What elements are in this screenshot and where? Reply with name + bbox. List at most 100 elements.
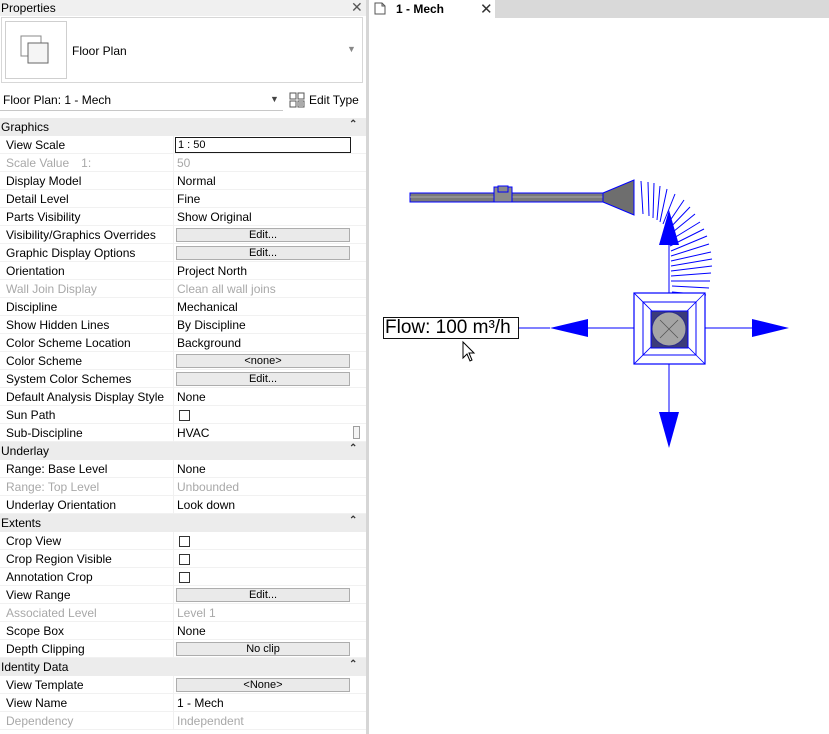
browse-button[interactable] (353, 426, 360, 439)
color-scheme-button[interactable]: <none> (176, 354, 350, 368)
air-terminal-diffuser[interactable] (633, 292, 706, 365)
collapse-icon[interactable]: ⌃ (349, 443, 357, 454)
column-divider (173, 262, 174, 280)
view-scale-input[interactable]: 1 : 50 (175, 137, 351, 153)
close-properties-icon[interactable]: ✕ (351, 0, 363, 16)
property-value[interactable]: Fine (177, 192, 200, 206)
depth-clipping-button[interactable]: No clip (176, 642, 350, 656)
view-instance-selector[interactable]: Floor Plan: 1 - Mech ▼ (0, 89, 283, 111)
duct-transition[interactable] (602, 179, 635, 216)
tab-label: 1 - Mech (396, 2, 445, 16)
property-name: Color Scheme Location (6, 336, 131, 350)
drag-arrow-right[interactable] (705, 319, 789, 337)
property-value[interactable]: Mechanical (177, 300, 238, 314)
flow-tag-label[interactable]: Flow: 100 m³/h (383, 317, 519, 339)
property-name: Associated Level (6, 606, 97, 620)
column-divider (173, 190, 174, 208)
column-divider (173, 478, 174, 496)
property-row-default-analysis[interactable]: Default Analysis Display Style None (0, 388, 366, 406)
property-row-underlay-orientation[interactable]: Underlay Orientation Look down (0, 496, 366, 514)
collapse-icon[interactable]: ⌃ (349, 659, 357, 670)
property-row-orientation[interactable]: Orientation Project North (0, 262, 366, 280)
property-value[interactable]: Background (177, 336, 241, 350)
drawing-canvas[interactable]: Flow: 100 m³/h (369, 18, 829, 734)
property-value: Independent (177, 714, 244, 728)
property-value[interactable]: Look down (177, 498, 235, 512)
property-row-parts-visibility[interactable]: Parts Visibility Show Original (0, 208, 366, 226)
column-divider (173, 550, 174, 568)
column-divider (173, 586, 174, 604)
group-identity-data[interactable]: Identity Data ⌃ (0, 658, 366, 676)
property-row-scope-box[interactable]: Scope Box None (0, 622, 366, 640)
type-selector-name: Floor Plan (72, 44, 127, 58)
property-value[interactable]: Normal (177, 174, 216, 188)
properties-panel: Properties ✕ Floor Plan ▼ Floor Plan: 1 … (0, 0, 366, 734)
type-selector[interactable]: Floor Plan ▼ (1, 17, 363, 83)
property-row-view-name[interactable]: View Name 1 - Mech (0, 694, 366, 712)
collapse-icon[interactable]: ⌃ (349, 119, 357, 130)
property-row-crop-region-visible: Crop Region Visible (0, 550, 366, 568)
property-name: Parts Visibility (6, 210, 81, 224)
graphic-display-edit-button[interactable]: Edit... (176, 246, 350, 260)
property-value[interactable]: 1 - Mech (177, 696, 224, 710)
view-range-edit-button[interactable]: Edit... (176, 588, 350, 602)
annotation-crop-checkbox[interactable] (179, 572, 190, 583)
property-value[interactable]: None (177, 462, 206, 476)
system-color-schemes-edit-button[interactable]: Edit... (176, 372, 350, 386)
property-value[interactable]: None (177, 390, 206, 404)
sun-path-checkbox[interactable] (179, 410, 190, 421)
property-row-hidden-lines[interactable]: Show Hidden Lines By Discipline (0, 316, 366, 334)
property-value[interactable]: Project North (177, 264, 247, 278)
vg-overrides-edit-button[interactable]: Edit... (176, 228, 350, 242)
property-name: Wall Join Display (6, 282, 97, 296)
group-graphics[interactable]: Graphics ⌃ (0, 118, 366, 136)
view-template-button[interactable]: <None> (176, 678, 350, 692)
crop-view-checkbox[interactable] (179, 536, 190, 547)
property-name: Sub-Discipline (6, 426, 83, 440)
column-divider (173, 280, 174, 298)
property-name: Orientation (6, 264, 65, 278)
property-row-base-level[interactable]: Range: Base Level None (0, 460, 366, 478)
property-row-associated-level: Associated Level Level 1 (0, 604, 366, 622)
edit-type-button[interactable]: Edit Type (287, 91, 361, 109)
property-row-display-model[interactable]: Display Model Normal (0, 172, 366, 190)
column-divider (173, 622, 174, 640)
group-underlay[interactable]: Underlay ⌃ (0, 442, 366, 460)
column-divider (173, 640, 174, 658)
column-divider (173, 226, 174, 244)
property-name: View Name (6, 696, 68, 710)
property-value[interactable]: None (177, 624, 206, 638)
column-divider (173, 676, 174, 694)
property-row-discipline[interactable]: Discipline Mechanical (0, 298, 366, 316)
drag-arrow-down[interactable] (659, 364, 679, 448)
chevron-down-icon[interactable]: ▼ (270, 94, 279, 104)
tab-1-mech[interactable]: 1 - Mech ✕ (369, 0, 495, 18)
column-divider (173, 244, 174, 262)
property-value: Unbounded (177, 480, 240, 494)
property-row-sub-discipline[interactable]: Sub-Discipline HVAC (0, 424, 366, 442)
scale-ratio-prefix: 1: (81, 156, 92, 170)
property-row-color-scheme-location[interactable]: Color Scheme Location Background (0, 334, 366, 352)
drag-arrow-left[interactable] (550, 319, 634, 337)
crop-region-visible-checkbox[interactable] (179, 554, 190, 565)
group-label: Underlay (1, 444, 50, 458)
property-row-detail-level[interactable]: Detail Level Fine (0, 190, 366, 208)
chevron-down-icon[interactable]: ▼ (347, 44, 356, 54)
property-row-annotation-crop: Annotation Crop (0, 568, 366, 586)
property-value[interactable]: Show Original (177, 210, 252, 224)
property-row-vg-overrides: Visibility/Graphics Overrides Edit... (0, 226, 366, 244)
properties-title: Properties (1, 1, 56, 15)
property-name: Detail Level (6, 192, 69, 206)
property-value[interactable]: HVAC (177, 426, 209, 440)
column-divider (173, 694, 174, 712)
collapse-icon[interactable]: ⌃ (349, 515, 357, 526)
close-tab-icon[interactable]: ✕ (480, 0, 493, 18)
column-divider (173, 496, 174, 514)
group-extents[interactable]: Extents ⌃ (0, 514, 366, 532)
property-name: Discipline (6, 300, 58, 314)
property-name: View Scale (6, 138, 66, 152)
property-value[interactable]: By Discipline (177, 318, 246, 332)
duct-segment[interactable] (409, 185, 606, 203)
property-name: Underlay Orientation (6, 498, 117, 512)
view-instance-value: Floor Plan: 1 - Mech (3, 93, 112, 107)
